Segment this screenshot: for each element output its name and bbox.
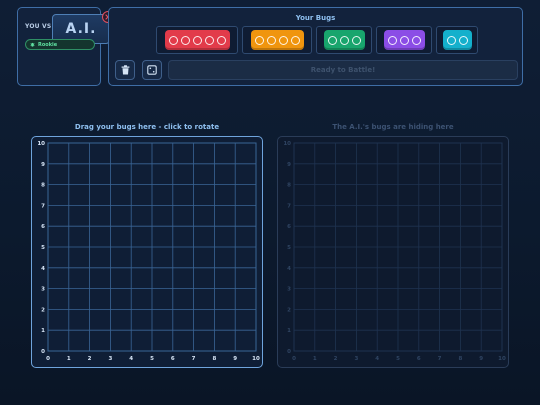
bug-segment [387, 35, 397, 45]
ai-y-tick-label: 0 [287, 349, 291, 355]
player-y-tick-label: 2 [41, 307, 45, 313]
ready-to-battle-label: Ready to Battle! [310, 66, 376, 74]
bugs-panel: Your Bugs Ready to Battle! [108, 7, 523, 86]
bug-segment [192, 35, 202, 45]
player-x-tick-label: 7 [192, 356, 196, 362]
player-board[interactable]: 0 1 2 3 4 5 6 7 8 9 10 0 1 2 3 4 5 6 7 8 9 10 [31, 136, 263, 368]
ai-y-tick-label: 1 [287, 328, 291, 334]
ai-y-tick-label: 8 [287, 183, 291, 189]
bug-segment [278, 35, 288, 45]
ai-y-tick-label: 4 [287, 266, 291, 272]
green-bug[interactable] [323, 30, 365, 50]
bug-slot-green [316, 26, 372, 54]
bug-segment [458, 35, 468, 45]
ai-y-tick-label: 7 [287, 203, 291, 209]
player-x-tick-label: 10 [252, 356, 260, 362]
player-x-tick-label: 1 [67, 356, 71, 362]
difficulty-badge: Rookie [25, 39, 95, 50]
bug-slot-cyan [436, 26, 478, 54]
player-x-tick-label: 3 [108, 356, 112, 362]
ai-x-tick-label: 10 [498, 356, 506, 362]
ready-to-battle-button[interactable]: Ready to Battle! [168, 60, 518, 80]
player-board-title: Drag your bugs here - click to rotate [74, 123, 220, 131]
bug-segment [399, 35, 409, 45]
bug-segment [290, 35, 300, 45]
bug-segment [339, 35, 349, 45]
player-y-tick-label: 6 [41, 224, 45, 230]
bug-slot-red [156, 26, 238, 54]
bug-segment [216, 35, 226, 45]
bug-segment [204, 35, 214, 45]
player-y-tick-label: 5 [41, 245, 45, 251]
opponent-name: A.I. [65, 21, 97, 37]
bug-segment [446, 35, 456, 45]
difficulty-label: Rookie [38, 41, 58, 48]
ai-y-tick-label: 10 [283, 141, 291, 147]
bug-segment [266, 35, 276, 45]
player-y-tick-label: 4 [41, 266, 45, 272]
player-y-tick-label: 10 [37, 141, 45, 147]
player-y-tick-label: 0 [41, 349, 45, 355]
player-y-tick-label: 7 [41, 203, 45, 209]
purple-bug[interactable] [383, 30, 425, 50]
ai-x-tick-label: 9 [479, 356, 483, 362]
dice-icon [147, 65, 157, 75]
player-y-tick-label: 9 [41, 162, 45, 168]
ai-y-tick-label: 6 [287, 224, 291, 230]
opponent-panel: YOU VS A.I. Rookie [17, 7, 114, 86]
ai-grid: 0 1 2 3 4 5 6 7 8 9 10 0 1 2 3 4 5 6 7 8 9 10 [283, 141, 506, 362]
bug-slot-purple [376, 26, 432, 54]
random-placement-button[interactable] [142, 60, 162, 80]
ai-y-tick-label: 2 [287, 307, 291, 313]
bug-segment [254, 35, 264, 45]
player-x-tick-label: 4 [129, 356, 133, 362]
bug-segment [180, 35, 190, 45]
ai-y-tick-label: 9 [287, 162, 291, 168]
player-y-tick-label: 3 [41, 287, 45, 293]
ai-x-tick-label: 1 [313, 356, 317, 362]
red-bug[interactable] [164, 30, 230, 50]
bugs-panel-title: Your Bugs [295, 14, 336, 22]
you-vs-label: YOU VS [25, 23, 52, 30]
ai-x-tick-label: 5 [396, 356, 400, 362]
ai-y-tick-label: 3 [287, 287, 291, 293]
bug-icon [30, 42, 35, 47]
ai-y-tick-label: 5 [287, 245, 291, 251]
player-y-tick-label: 1 [41, 328, 45, 334]
ai-x-tick-label: 0 [292, 356, 296, 362]
ai-x-tick-label: 3 [354, 356, 358, 362]
ai-x-tick-label: 2 [334, 356, 338, 362]
player-x-tick-label: 6 [171, 356, 175, 362]
bug-segment [411, 35, 421, 45]
bug-segment [168, 35, 178, 45]
player-grid[interactable]: 0 1 2 3 4 5 6 7 8 9 10 0 1 2 3 4 5 6 7 8 9 10 [32, 137, 264, 369]
player-x-tick-label: 2 [88, 356, 92, 362]
ai-board: 0 1 2 3 4 5 6 7 8 9 10 0 1 2 3 4 5 6 7 8 9 10 [277, 136, 509, 368]
ai-board-title: The A.I.'s bugs are hiding here [332, 123, 454, 131]
ai-x-tick-label: 6 [417, 356, 421, 362]
ai-x-tick-label: 8 [458, 356, 462, 362]
orange-bug[interactable] [250, 30, 304, 50]
player-x-tick-label: 8 [212, 356, 216, 362]
ai-x-tick-label: 7 [438, 356, 442, 362]
player-y-tick-label: 8 [41, 183, 45, 189]
player-x-tick-label: 0 [46, 356, 50, 362]
clear-button[interactable] [115, 60, 135, 80]
ai-x-tick-label: 4 [375, 356, 379, 362]
bug-segment [351, 35, 361, 45]
player-x-tick-label: 5 [150, 356, 154, 362]
trash-icon [121, 65, 129, 75]
bug-segment [327, 35, 337, 45]
player-x-tick-label: 9 [233, 356, 237, 362]
bug-slot-orange [242, 26, 312, 54]
cyan-bug[interactable] [442, 30, 472, 50]
